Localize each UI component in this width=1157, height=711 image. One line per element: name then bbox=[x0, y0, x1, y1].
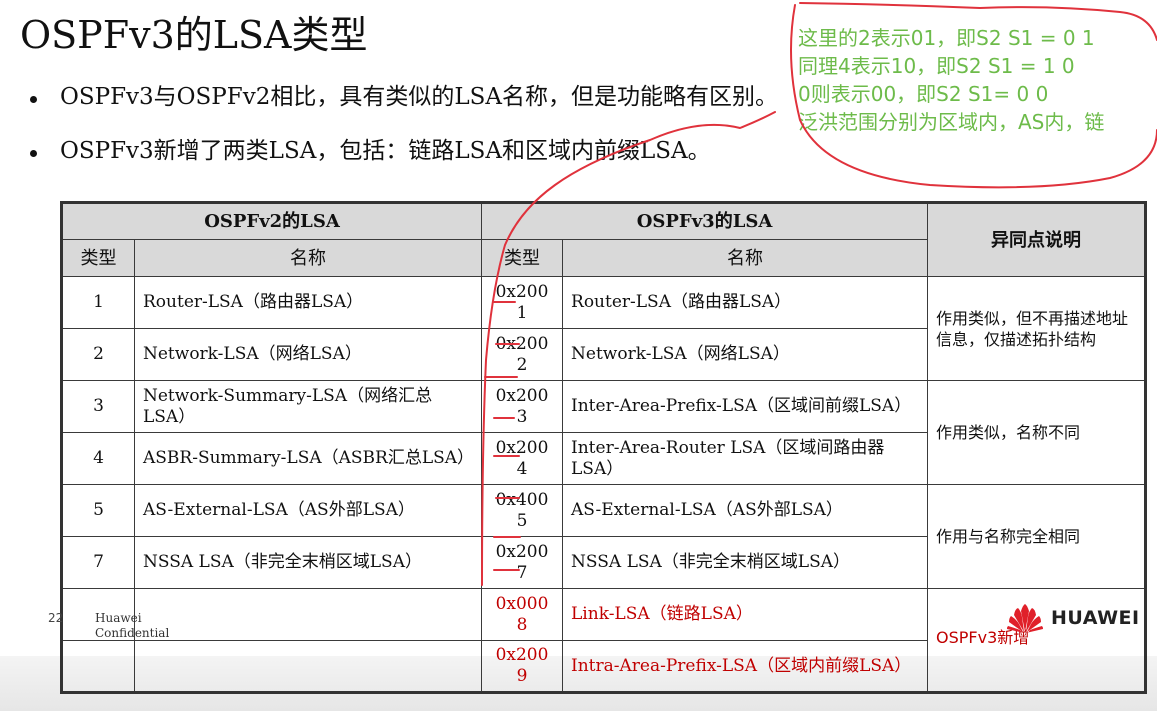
v3-code: 0x200 bbox=[495, 437, 549, 458]
v3-name-cell: Inter-Area-Prefix-LSA（区域间前缀LSA） bbox=[562, 380, 929, 433]
note-line: 泛洪范围分别为区域内，AS内，链 bbox=[798, 110, 1105, 134]
v2-name-cell: Router-LSA（路由器LSA） bbox=[133, 276, 483, 329]
table-row: 3 Network-Summary-LSA（网络汇总LSA） 0x200 3 In… bbox=[61, 380, 1147, 485]
note-line: 这里的2表示01，即S2 S1 = 0 1 bbox=[798, 26, 1095, 50]
brand-name: HUAWEI bbox=[1051, 607, 1140, 629]
diff-note: 作用类似，名称不同 bbox=[927, 380, 1147, 485]
v3-name-header: 名称 bbox=[562, 239, 929, 277]
v3-code-cell: 0x200 4 bbox=[481, 432, 564, 485]
v2-type-cell: 3 bbox=[61, 380, 135, 433]
v2-name-cell: Network-Summary-LSA（网络汇总LSA） bbox=[133, 380, 483, 433]
confidential-line: Confidential bbox=[95, 626, 170, 640]
v2-type-cell: 1 bbox=[61, 276, 135, 329]
v3-code-suffix: 8 bbox=[516, 614, 528, 635]
v3-code-suffix: 5 bbox=[516, 510, 528, 531]
v3-header: OSPFv3的LSA bbox=[481, 202, 929, 240]
v3-code: 0x000 bbox=[495, 593, 549, 614]
v2-name-cell: Network-LSA（网络LSA） bbox=[133, 328, 483, 381]
v2-name-cell: NSSA LSA（非完全末梢区域LSA） bbox=[133, 536, 483, 589]
v3-name-cell: Router-LSA（路由器LSA） bbox=[562, 276, 929, 329]
v3-code: 0x200 bbox=[495, 385, 549, 406]
v2-name-cell: ASBR-Summary-LSA（ASBR汇总LSA） bbox=[133, 432, 483, 485]
v3-code: 0x200 bbox=[495, 281, 549, 302]
v2-name-cell bbox=[133, 588, 483, 641]
v2-name-cell: AS-External-LSA（AS外部LSA） bbox=[133, 484, 483, 537]
v3-code-cell: 0x200 7 bbox=[481, 536, 564, 589]
v3-code-cell: 0x200 3 bbox=[481, 380, 564, 433]
v3-code-suffix: 7 bbox=[516, 562, 528, 583]
v2-type-header: 类型 bbox=[61, 239, 135, 277]
note-line: 同理4表示10，即S2 S1 = 1 0 bbox=[798, 54, 1075, 78]
page-title: OSPFv3的LSA类型 bbox=[20, 13, 368, 57]
v2-type-cell bbox=[61, 640, 135, 693]
table-row-new: 0x000 8 Link-LSA（链路LSA） OSPFv3新增 bbox=[61, 588, 1147, 693]
v2-type-cell: 2 bbox=[61, 328, 135, 381]
huawei-flower-icon bbox=[1007, 604, 1043, 633]
confidential-line: Huawei bbox=[95, 611, 142, 625]
v3-name-cell: Network-LSA（网络LSA） bbox=[562, 328, 929, 381]
v3-name-cell: Intra-Area-Prefix-LSA（区域内前缀LSA） bbox=[562, 640, 929, 693]
v3-code-suffix: 3 bbox=[516, 406, 528, 427]
v3-name-cell: AS-External-LSA（AS外部LSA） bbox=[562, 484, 929, 537]
v3-code-cell: 0x400 5 bbox=[481, 484, 564, 537]
v3-code: 0x200 bbox=[495, 645, 549, 665]
v3-code-cell: 0x000 8 bbox=[481, 588, 564, 641]
handwritten-note: 这里的2表示01，即S2 S1 = 0 1 同理4表示10，即S2 S1 = 1… bbox=[798, 24, 1104, 136]
v3-code-suffix: 1 bbox=[516, 302, 528, 323]
note-line: 0则表示00，即S2 S1= 0 0 bbox=[798, 82, 1049, 106]
bullet-item: OSPFv3新增了两类LSA，包括：链路LSA和区域内前缀LSA。 bbox=[28, 134, 778, 188]
v3-code: 0x200 bbox=[495, 541, 549, 562]
confidential-label: Huawei Confidential bbox=[95, 611, 169, 641]
v2-name-header: 名称 bbox=[133, 239, 483, 277]
v2-type-cell: 4 bbox=[61, 432, 135, 485]
v3-code-suffix: 4 bbox=[516, 458, 528, 479]
diff-note: 作用与名称完全相同 bbox=[927, 484, 1147, 589]
table-row: 5 AS-External-LSA（AS外部LSA） 0x400 5 AS-Ext… bbox=[61, 484, 1147, 589]
v3-code: 0x400 bbox=[495, 489, 549, 510]
v2-type-cell: 7 bbox=[61, 536, 135, 589]
v3-code-suffix: 9 bbox=[516, 666, 528, 686]
diff-header: 异同点说明 bbox=[927, 202, 1147, 277]
lsa-comparison-table: OSPFv2的LSA OSPFv3的LSA 异同点说明 类型 名称 类型 名称 … bbox=[60, 201, 1148, 694]
bullet-list: OSPFv3与OSPFv2相比，具有类似的LSA名称，但是功能略有区别。 OSP… bbox=[28, 80, 778, 188]
v2-header: OSPFv2的LSA bbox=[60, 202, 483, 240]
v3-code: 0x200 bbox=[495, 333, 549, 354]
v3-type-header: 类型 bbox=[481, 239, 564, 277]
bullet-item: OSPFv3与OSPFv2相比，具有类似的LSA名称，但是功能略有区别。 bbox=[28, 80, 778, 134]
v3-name-cell: Link-LSA（链路LSA） bbox=[562, 588, 929, 641]
v3-name-cell: Inter-Area-Router LSA（区域间路由器LSA） bbox=[562, 432, 929, 485]
v3-code-cell: 0x200 2 bbox=[481, 328, 564, 381]
page-number: 22 bbox=[48, 611, 64, 625]
v2-name-cell bbox=[133, 640, 483, 693]
huawei-logo: HUAWEI bbox=[1006, 603, 1140, 633]
v3-name-cell: NSSA LSA（非完全末梢区域LSA） bbox=[562, 536, 929, 589]
v3-code-cell: 0x200 1 bbox=[481, 276, 564, 329]
table-row: 1 Router-LSA（路由器LSA） 0x200 1 Router-LSA（路… bbox=[61, 276, 1147, 381]
v2-type-cell: 5 bbox=[61, 484, 135, 537]
diff-note: 作用类似，但不再描述地址信息，仅描述拓扑结构 bbox=[927, 276, 1147, 381]
v3-code-cell: 0x200 9 bbox=[481, 640, 564, 693]
v3-code-suffix: 2 bbox=[516, 354, 528, 375]
